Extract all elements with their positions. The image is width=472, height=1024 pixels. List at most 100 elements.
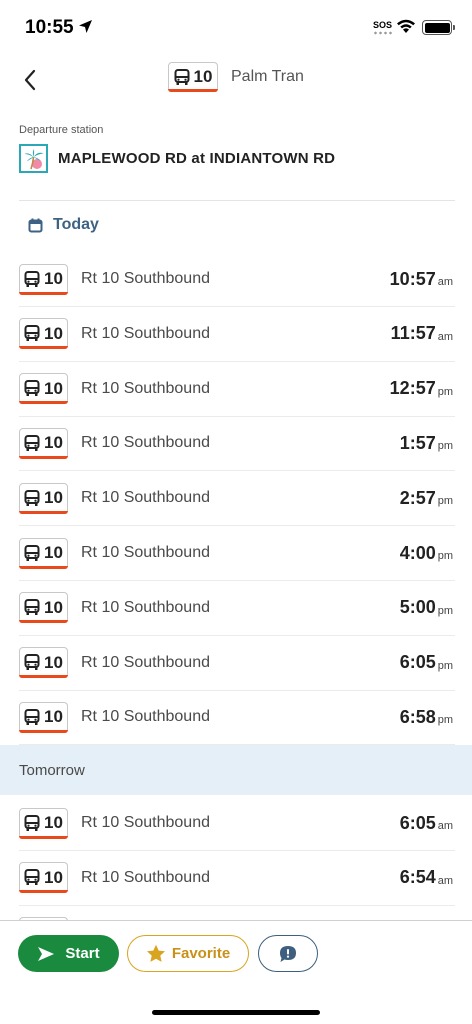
wifi-icon (396, 18, 416, 39)
departure-time: 6:05 am (400, 796, 453, 850)
trip-headsign: Rt 10 Southbound (81, 270, 210, 287)
route-badge: 10 (19, 862, 68, 894)
trip-headsign: Rt 10 Southbound (81, 814, 210, 831)
departure-time-ampm: pm (437, 604, 453, 617)
tomorrow-label: Tomorrow (19, 761, 85, 779)
departure-row[interactable]: 10 Rt 10 Southbound 11:57 am (19, 307, 455, 362)
trip-headsign: Rt 10 Southbound (81, 598, 210, 616)
battery-icon (422, 20, 452, 35)
favorite-button-label: Favorite (171, 945, 231, 962)
route-number: 10 (44, 378, 63, 398)
bus-icon (24, 708, 40, 725)
departure-time-ampm: pm (437, 440, 453, 453)
today-label: Today (53, 216, 99, 233)
trip-headsign: Rt 10 Southbound (81, 379, 210, 397)
route-number: 10 (44, 707, 63, 727)
departure-time: 6:54 am (400, 851, 453, 905)
trip-headsign: Rt 10 Southbound (81, 868, 210, 886)
departure-time: 4:00 pm (400, 526, 453, 580)
station-name: MAPLEWOOD RD at INDIANTOWN RD (58, 150, 336, 167)
route-number: 10 (44, 543, 63, 562)
departure-row[interactable]: 10 Rt 10 Southbound 1:57 pm (19, 416, 455, 472)
bus-icon (24, 434, 40, 451)
route-badge: 10 (19, 482, 68, 514)
departure-time-value: 6:05 (399, 652, 436, 673)
route-badge: 10 (19, 807, 68, 839)
departure-time: 1:57 pm (400, 416, 453, 470)
status-time: 10:55 (25, 17, 74, 38)
station-row: MAPLEWOOD RD at INDIANTOWN RD (19, 144, 335, 173)
trip-headsign: Rt 10 Southbound (81, 708, 210, 726)
departure-time-value: 12:57 (389, 378, 436, 399)
route-badge: 10 (19, 537, 68, 569)
departure-row[interactable]: 10 Rt 10 Southbound 6:05 pm (19, 636, 455, 691)
departure-row[interactable]: 10 Rt 10 Southbound 2:57 pm (19, 471, 455, 527)
route-number: 10 (193, 67, 213, 86)
departure-time-value: 5:00 (399, 597, 436, 618)
route-number: 10 (44, 269, 63, 288)
palm-tree-icon (19, 144, 48, 173)
bus-icon (24, 325, 40, 342)
calendar-icon (28, 218, 43, 232)
home-indicator (152, 1010, 320, 1015)
departure-time-ampm: pm (437, 714, 453, 727)
trip-headsign: Rt 10 Southbound (81, 544, 210, 561)
bus-icon (24, 270, 40, 287)
departure-time-value: 6:54 (399, 867, 436, 888)
departure-row[interactable]: 10 Rt 10 Southbound 4:00 pm (19, 526, 455, 581)
route-badge: 10 (19, 592, 68, 624)
route-badge: 10 (19, 318, 68, 350)
departure-time: 5:00 pm (400, 581, 453, 635)
departure-time: 10:57 am (390, 252, 453, 306)
bus-icon (24, 380, 40, 397)
bus-icon (174, 68, 190, 85)
route-number: 10 (44, 488, 63, 508)
route-number: 10 (44, 433, 63, 453)
departure-time: 6:58 pm (400, 690, 453, 744)
departure-row[interactable]: 10 Rt 10 Southbound 6:54 am (19, 851, 455, 906)
report-button[interactable] (258, 935, 318, 972)
departure-row[interactable]: 10 Rt 10 Southbound 12:57 pm (19, 362, 455, 417)
route-number: 10 (44, 867, 63, 887)
departure-time-ampm: am (437, 330, 453, 343)
departure-time-ampm: am (437, 276, 453, 288)
route-badge: 10 (19, 427, 68, 459)
departure-time-value: 4:00 (399, 542, 436, 563)
departure-time-value: 6:58 (399, 706, 436, 727)
route-badge: 10 (19, 647, 68, 679)
departure-time-ampm: pm (437, 495, 453, 508)
bus-icon (24, 599, 40, 616)
start-button-label: Start (65, 945, 100, 962)
departure-time-value: 6:05 (399, 812, 436, 833)
departure-time-value: 10:57 (389, 268, 436, 289)
start-button[interactable]: Start (18, 935, 119, 972)
departure-time-value: 1:57 (399, 432, 436, 453)
bottom-toolbar: Start Favorite (0, 920, 472, 1024)
sos-indicator: SOS (373, 20, 393, 30)
departure-time-ampm: am (437, 874, 453, 887)
back-button[interactable] (16, 66, 44, 94)
trip-headsign: Rt 10 Southbound (81, 653, 210, 671)
route-badge: 10 (19, 701, 68, 733)
signal-dots-icon (373, 31, 393, 35)
route-badge: 10 (19, 373, 68, 405)
today-header: Today (28, 216, 99, 234)
divider (19, 200, 455, 201)
departure-station-label: Departure station (19, 124, 104, 136)
route-number: 10 (44, 652, 63, 672)
departure-row[interactable]: 10 Rt 10 Southbound 10:57 am (19, 252, 455, 307)
departure-time: 6:05 pm (400, 636, 453, 690)
departure-row[interactable]: 10 Rt 10 Southbound 6:05 am (19, 796, 455, 851)
chevron-left-icon (24, 69, 36, 91)
tomorrow-header: Tomorrow (0, 745, 472, 795)
trip-headsign: Rt 10 Southbound (81, 434, 210, 452)
bus-icon (24, 869, 40, 886)
departure-row[interactable]: 10 Rt 10 Southbound 6:58 pm (19, 690, 455, 746)
bus-icon (24, 814, 40, 831)
agency-name: Palm Tran (231, 68, 304, 85)
route-number: 10 (44, 597, 63, 617)
favorite-button[interactable]: Favorite (127, 935, 249, 972)
route-title: 10 Palm Tran (168, 62, 304, 92)
route-number: 10 (44, 813, 63, 832)
departure-row[interactable]: 10 Rt 10 Southbound 5:00 pm (19, 581, 455, 636)
